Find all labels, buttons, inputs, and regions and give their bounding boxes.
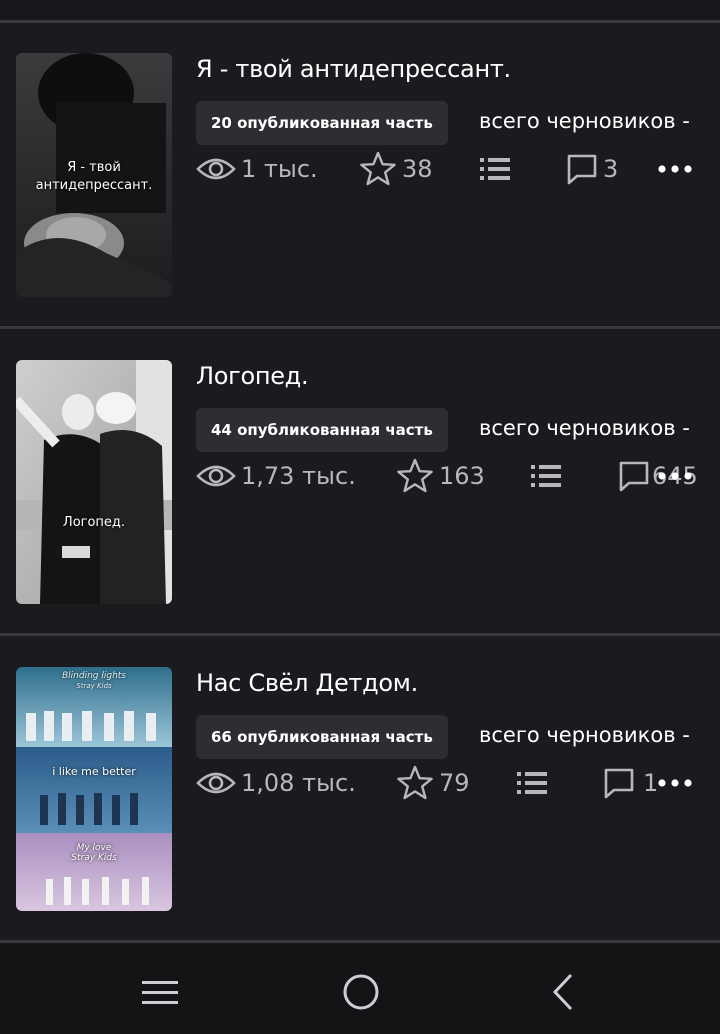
stars-count: 38 [402,155,433,183]
divider [0,633,720,636]
divider [0,940,720,943]
cover-caption-line: My love [76,843,112,853]
comment-icon[interactable] [603,767,635,799]
stars-stat[interactable]: 163 [396,458,485,494]
comments-stat[interactable]: 1 [603,765,658,801]
cover-caption-line: Я - твой [67,160,121,175]
views-stat: 1,73 тыс. [196,458,356,494]
star-icon[interactable] [396,765,434,801]
story-title[interactable]: Я - твой антидепрессант. [196,55,511,83]
parts-list-button[interactable] [531,458,563,494]
stars-stat[interactable]: 79 [396,765,470,801]
cover-caption-line: антидепрессант. [35,178,153,193]
comments-stat[interactable]: 3 [566,151,618,187]
system-navigation-bar [0,944,720,1034]
story-cover[interactable]: Я - твой антидепрессант. [16,53,172,297]
eye-icon [196,769,236,797]
story-cover[interactable]: Логопед. [16,360,172,604]
eye-icon [196,462,236,490]
more-dots-icon[interactable] [656,159,696,179]
published-parts-badge: 44 опубликованная часть [196,408,448,452]
comment-icon[interactable] [618,460,650,492]
stars-stat[interactable]: 38 [359,151,433,187]
star-icon[interactable] [396,458,434,494]
views-stat: 1,08 тыс. [196,765,356,801]
more-dots-icon[interactable] [656,466,696,486]
cover-caption-line: Blinding lights [61,671,126,681]
star-icon[interactable] [359,151,397,187]
parts-list-button[interactable] [517,765,549,801]
comments-count: 3 [603,155,619,183]
drafts-count: всего черновиков - [479,416,690,440]
parts-list-button[interactable] [480,151,512,187]
list-icon[interactable] [531,463,563,489]
comment-icon[interactable] [566,153,598,185]
views-count: 1 тыс. [241,155,318,183]
story-card[interactable]: Blinding lights Stray Kids i like me bet… [0,637,720,939]
cover-caption-line: Логопед. [62,515,126,530]
list-icon[interactable] [517,770,549,796]
views-count: 1,08 тыс. [241,769,356,797]
published-parts-badge: 20 опубликованная часть [196,101,448,145]
stars-count: 79 [439,769,470,797]
drafts-count: всего черновиков - [479,109,690,133]
story-card[interactable]: Я - твой антидепрессант. Я - твой антиде… [0,23,720,325]
drafts-count: всего черновиков - [479,723,690,747]
cover-caption-line: Stray Kids [71,853,117,863]
stars-count: 163 [439,462,485,490]
views-stat: 1 тыс. [196,151,318,187]
story-cover[interactable]: Blinding lights Stray Kids i like me bet… [16,667,172,911]
cover-caption-line: i like me better [52,765,136,778]
recent-apps-icon[interactable] [140,972,180,1012]
back-chevron-icon[interactable] [544,972,584,1012]
list-icon[interactable] [480,156,512,182]
cover-caption-line: Stray Kids [76,682,112,690]
home-circle-icon[interactable] [341,972,381,1012]
story-card[interactable]: Логопед. Логопед. 44 опубликованная част… [0,330,720,632]
previous-card-edge [0,0,720,22]
eye-icon [196,155,236,183]
views-count: 1,73 тыс. [241,462,356,490]
story-title[interactable]: Нас Свёл Детдом. [196,669,418,697]
published-parts-badge: 66 опубликованная часть [196,715,448,759]
more-dots-icon[interactable] [656,773,696,793]
divider [0,326,720,329]
story-title[interactable]: Логопед. [196,362,309,390]
